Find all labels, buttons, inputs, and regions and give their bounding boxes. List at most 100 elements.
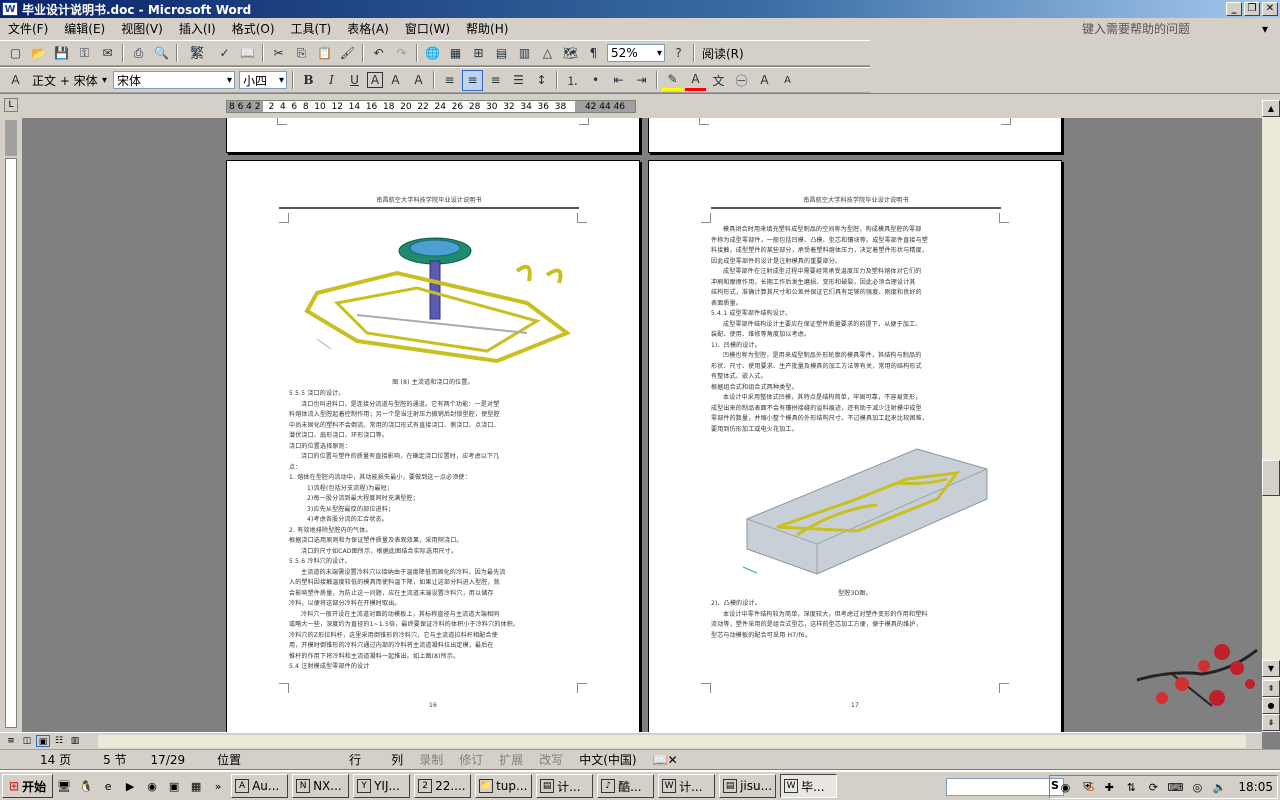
menu-tools[interactable]: 工具(T) <box>283 18 340 40</box>
grow-font-icon[interactable]: A <box>754 70 775 91</box>
new-document-icon[interactable]: ▢ <box>5 43 26 64</box>
print-view-icon[interactable]: ▣ <box>36 735 50 747</box>
permission-icon[interactable]: ⚿ <box>74 43 95 64</box>
tray-volume-icon[interactable]: 🔈 <box>1210 778 1228 796</box>
bold-button[interactable]: B <box>298 70 319 91</box>
clock[interactable]: 18:05 <box>1238 780 1273 794</box>
taskbar-search-input[interactable]: S <box>946 778 1064 796</box>
paste-icon[interactable]: 📋 <box>314 43 335 64</box>
menu-insert[interactable]: 插入(I) <box>171 18 224 40</box>
task-nx[interactable]: N NX... <box>292 774 350 798</box>
char-scale-icon[interactable]: A <box>408 70 429 91</box>
page-left[interactable]: 南昌航空大学科技学院毕业设计说明书 图 (8) 主流道和浇口的位置。 5.5.5… <box>226 160 640 732</box>
start-button[interactable]: ⊞ 开始 <box>2 774 54 798</box>
vertical-scrollbar[interactable]: ▲ ▼ ⇞ ● ⇟ <box>1262 100 1280 732</box>
drawing-icon[interactable]: △ <box>537 43 558 64</box>
bullets-icon[interactable]: • <box>585 70 606 91</box>
menu-edit[interactable]: 编辑(E) <box>56 18 113 40</box>
document-map-icon[interactable]: 🗺 <box>560 43 581 64</box>
status-extend[interactable]: 扩展 <box>491 751 531 768</box>
italic-button[interactable]: I <box>321 70 342 91</box>
insert-excel-icon[interactable]: ▤ <box>491 43 512 64</box>
normal-view-icon[interactable]: ≡ <box>4 735 18 747</box>
task-ku[interactable]: ♪ 酷... <box>597 774 655 798</box>
justify-icon[interactable]: ☰ <box>508 70 529 91</box>
menu-table[interactable]: 表格(A) <box>339 18 397 40</box>
tray-network-icon[interactable]: ◉ <box>1056 778 1074 796</box>
menu-help[interactable]: 帮助(H) <box>458 18 516 40</box>
menu-file[interactable]: 文件(F) <box>0 18 56 40</box>
menu-view[interactable]: 视图(V) <box>113 18 171 40</box>
task-22[interactable]: 2 22.... <box>414 774 472 798</box>
zoom-select[interactable]: 52% <box>607 44 665 62</box>
word-app-icon[interactable]: W <box>2 2 18 16</box>
tab-selector[interactable]: L <box>4 98 18 112</box>
task-ji2[interactable]: W 计... <box>658 774 716 798</box>
style-select[interactable]: 正文 + 宋体 <box>29 71 109 89</box>
spelling-status-icon[interactable]: 📖✕ <box>645 753 686 767</box>
quicklaunch-app-icon[interactable]: ▣ <box>165 777 183 795</box>
quicklaunch-player-icon[interactable]: ▶ <box>121 777 139 795</box>
decrease-indent-icon[interactable]: ⇤ <box>608 70 629 91</box>
phonetic-guide-icon[interactable]: 文 <box>708 70 729 91</box>
quicklaunch-qq-icon[interactable]: 🐧 <box>77 777 95 795</box>
numbering-icon[interactable]: ⒈ <box>562 70 583 91</box>
task-jisu[interactable]: ▤ jisu... <box>719 774 777 798</box>
read-mode-button[interactable]: 阅读(R) <box>698 45 748 62</box>
styles-pane-icon[interactable]: A <box>5 70 26 91</box>
vertical-ruler[interactable] <box>0 118 22 732</box>
quicklaunch-browser-icon[interactable]: ◉ <box>143 777 161 795</box>
task-tup[interactable]: 📁 tup... <box>475 774 533 798</box>
quicklaunch-desktop-icon[interactable]: 🖥 <box>55 777 73 795</box>
columns-icon[interactable]: ▥ <box>514 43 535 64</box>
tables-borders-icon[interactable]: ▦ <box>445 43 466 64</box>
font-select[interactable]: 宋体 <box>113 71 235 89</box>
font-size-select[interactable]: 小四 <box>239 71 287 89</box>
cut-icon[interactable]: ✂ <box>268 43 289 64</box>
restore-button[interactable]: ❐ <box>1244 2 1260 16</box>
browse-object-icon[interactable]: ● <box>1262 697 1280 714</box>
traditional-chinese-button[interactable]: 繁 <box>182 43 212 64</box>
help-search-box[interactable]: 键入需要帮助的问题 <box>1082 20 1272 38</box>
tray-driver-icon[interactable]: ◎ <box>1188 778 1206 796</box>
menu-window[interactable]: 窗口(W) <box>397 18 458 40</box>
task-autocad[interactable]: A Au... <box>231 774 289 798</box>
copy-icon[interactable]: ⎘ <box>291 43 312 64</box>
highlight-icon[interactable]: ✎ <box>662 70 683 91</box>
page-right[interactable]: 南昌航空大学科技学院毕业设计说明书 模具闭合时用来填充塑料成型制品的空间称为型腔… <box>648 160 1062 732</box>
menu-format[interactable]: 格式(O) <box>224 18 283 40</box>
web-view-icon[interactable]: ◫ <box>20 735 34 747</box>
document-area[interactable]: 南昌航空大学科技学院毕业设计说明书 图 (8) 主流道和浇口的位置。 5.5.5… <box>22 118 1262 732</box>
next-page-icon[interactable]: ⇟ <box>1262 714 1280 731</box>
horizontal-scrollbar[interactable]: ≡ ◫ ▣ ☷ ▥ <box>0 732 1262 749</box>
print-preview-icon[interactable]: 🔍 <box>151 43 172 64</box>
align-right-icon[interactable]: ≡ <box>485 70 506 91</box>
format-painter-icon[interactable]: 🖌 <box>337 43 358 64</box>
increase-indent-icon[interactable]: ⇥ <box>631 70 652 91</box>
research-icon[interactable]: 📖 <box>237 43 258 64</box>
scroll-down-arrow-icon[interactable]: ▼ <box>1262 660 1280 677</box>
shrink-font-icon[interactable]: A <box>777 70 798 91</box>
char-border-icon[interactable]: A <box>367 72 383 88</box>
tray-connection-icon[interactable]: ⇅ <box>1122 778 1140 796</box>
hyperlink-icon[interactable]: 🌐 <box>422 43 443 64</box>
task-bi[interactable]: W 毕... <box>780 774 838 798</box>
spelling-icon[interactable]: ✓ <box>214 43 235 64</box>
tray-shield-icon[interactable]: ⛨ <box>1078 778 1096 796</box>
redo-icon[interactable]: ↷ <box>391 43 412 64</box>
prev-page-icon[interactable]: ⇞ <box>1262 680 1280 697</box>
status-rec[interactable]: 录制 <box>411 751 451 768</box>
outline-view-icon[interactable]: ☷ <box>52 735 66 747</box>
task-yij[interactable]: Y YIJ... <box>353 774 411 798</box>
vertical-scroll-thumb[interactable] <box>1262 460 1280 496</box>
align-left-icon[interactable]: ≡ <box>439 70 460 91</box>
quicklaunch-more-icon[interactable]: » <box>209 777 227 795</box>
print-icon[interactable]: ⎙ <box>128 43 149 64</box>
enclose-char-icon[interactable]: ㊀ <box>731 70 752 91</box>
align-center-icon[interactable]: ≡ <box>462 69 483 91</box>
status-overtype[interactable]: 改写 <box>531 751 571 768</box>
horizontal-scroll-track[interactable] <box>98 735 1246 748</box>
underline-button[interactable]: U <box>344 70 365 91</box>
quicklaunch-ie-icon[interactable]: e <box>99 777 117 795</box>
line-spacing-icon[interactable]: ↕ <box>531 70 552 91</box>
